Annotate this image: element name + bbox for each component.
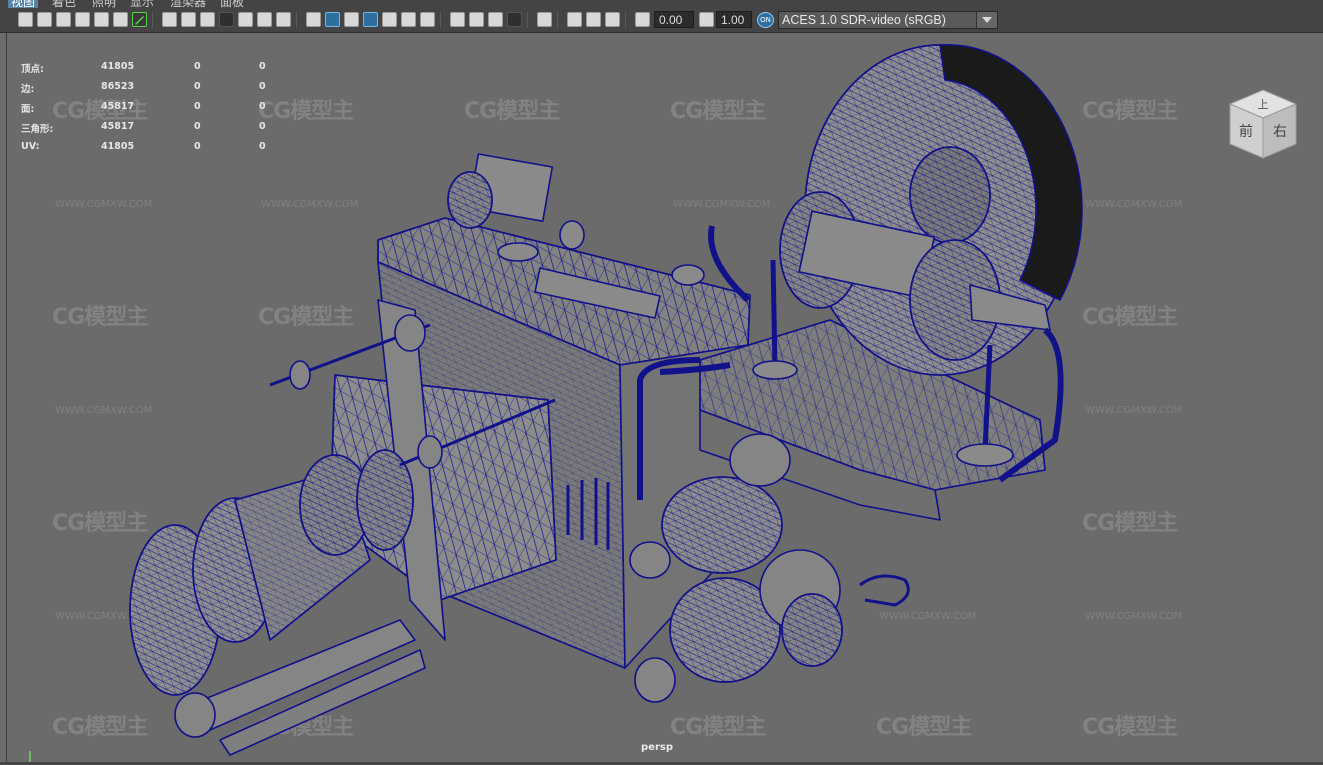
xray-active-components-icon[interactable] <box>586 12 601 27</box>
depth-of-field-icon[interactable] <box>507 12 522 27</box>
wireframe-icon[interactable] <box>306 12 321 27</box>
gate-mask-icon[interactable] <box>219 12 234 27</box>
view-transform-label: ACES 1.0 SDR-video (sRGB) <box>782 13 946 27</box>
menu-show[interactable]: 显示 <box>130 0 154 8</box>
menu-renderer[interactable]: 渲染器 <box>170 0 206 8</box>
gamma-icon[interactable] <box>699 12 714 27</box>
isolate-select-icon[interactable] <box>537 12 552 27</box>
menu-panels[interactable]: 面板 <box>220 0 244 8</box>
pencil-active-icon[interactable] <box>132 12 147 27</box>
gamma-field[interactable]: 1.00 <box>716 11 752 28</box>
exposure-icon[interactable] <box>635 12 650 27</box>
xray-joints-icon[interactable] <box>605 12 620 27</box>
camera-attributes-icon[interactable] <box>37 12 52 27</box>
menu-shading[interactable]: 着色 <box>52 0 76 8</box>
bookmarks-icon[interactable] <box>56 12 71 27</box>
view-cube-front-face: 前 <box>1239 123 1253 140</box>
safe-title-icon[interactable] <box>276 12 291 27</box>
two-d-pan-icon[interactable] <box>94 12 109 27</box>
screen-space-ao-icon[interactable] <box>450 12 465 27</box>
chevron-down-icon[interactable] <box>976 12 997 28</box>
menu-view[interactable]: 视图 <box>8 0 39 8</box>
grease-pencil-icon[interactable] <box>113 12 128 27</box>
exposure-field[interactable]: 0.00 <box>654 11 694 28</box>
use-all-lights-icon[interactable] <box>401 12 416 27</box>
wireframe-on-shaded-icon[interactable] <box>363 12 378 27</box>
menu-lighting[interactable]: 照明 <box>92 0 116 8</box>
film-gate-icon[interactable] <box>181 12 196 27</box>
motion-blur-icon[interactable] <box>469 12 484 27</box>
3d-viewport[interactable]: CG模型主 CG模型主 CG模型主 CG模型主 CG模型主 WWW.CGMXW.… <box>0 33 1323 765</box>
view-cube-right-face: 右 <box>1273 124 1287 140</box>
safe-action-icon[interactable] <box>257 12 272 27</box>
textured-icon[interactable] <box>382 12 397 27</box>
select-camera-icon[interactable] <box>18 12 33 27</box>
grid-icon[interactable] <box>162 12 177 27</box>
viewport-menu-bar: 视图 着色 照明 显示 渲染器 面板 <box>0 0 1323 8</box>
xray-icon[interactable] <box>567 12 582 27</box>
smooth-shade-icon[interactable] <box>325 12 340 27</box>
viewport-toolbar: 0.00 1.00 ON ACES 1.0 SDR-video (sRGB) <box>0 8 1323 33</box>
shadows-icon[interactable] <box>420 12 435 27</box>
camera-name-label: persp <box>641 742 673 753</box>
field-chart-icon[interactable] <box>238 12 253 27</box>
view-transform-dropdown[interactable]: ACES 1.0 SDR-video (sRGB) <box>778 11 998 29</box>
image-plane-icon[interactable] <box>75 12 90 27</box>
multisample-aa-icon[interactable] <box>488 12 503 27</box>
resolution-gate-icon[interactable] <box>200 12 215 27</box>
view-cube-top-face: 上 <box>1258 98 1269 111</box>
default-material-icon[interactable] <box>344 12 359 27</box>
color-management-toggle-icon[interactable]: ON <box>757 12 774 28</box>
view-cube[interactable]: 上 前 右 <box>1228 88 1298 160</box>
